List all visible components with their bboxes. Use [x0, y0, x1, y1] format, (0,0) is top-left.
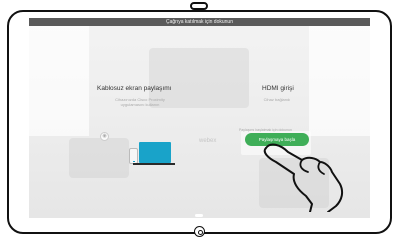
- camera-icon: [190, 2, 208, 10]
- page-indicator: [195, 214, 203, 217]
- top-bar[interactable]: Çağrıya katılmak için dokunun: [29, 18, 370, 26]
- background-window: [309, 26, 370, 136]
- home-button-icon[interactable]: [194, 226, 205, 237]
- background-window: [29, 26, 89, 136]
- laptop-base-illustration: [133, 163, 175, 165]
- top-bar-text: Çağrıya katılmak için dokunun: [166, 19, 233, 25]
- touch-panel-device: Çağrıya katılmak için dokunun Kablosuz e…: [0, 0, 399, 244]
- wireless-share-icon: ◉: [100, 132, 109, 141]
- hdmi-input-subtitle: Cihaz bağlandı: [263, 97, 291, 102]
- phone-illustration: [129, 148, 138, 164]
- background-logo: webex: [199, 138, 217, 144]
- hdmi-input-title: HDMI girişi: [262, 85, 294, 92]
- wireless-share-subtitle: Cihazınızda Cisco Proximity uygulamasını…: [115, 97, 165, 107]
- laptop-screen-illustration: [139, 142, 171, 163]
- background-chair: [69, 138, 129, 178]
- pointing-hand-icon: [263, 143, 344, 212]
- wireless-share-title: Kablosuz ekran paylaşımı: [97, 85, 172, 92]
